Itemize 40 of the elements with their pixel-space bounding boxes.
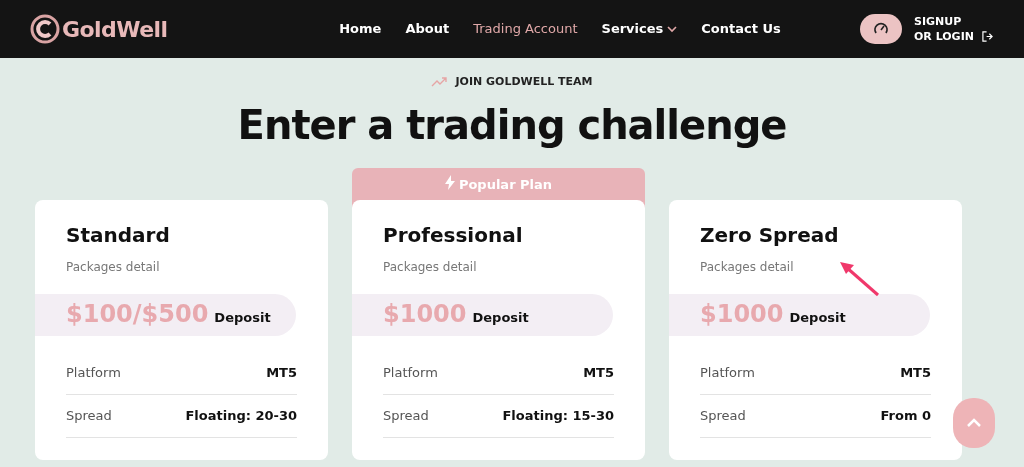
row-label: Platform [700, 363, 755, 382]
plan-name: Professional [383, 221, 524, 249]
row-label: Platform [66, 363, 121, 382]
nav-link[interactable]: Trading Account [473, 19, 578, 39]
speedometer-button[interactable] [860, 14, 902, 44]
plan-name: Standard [66, 221, 171, 249]
row-value: Floating: 20-30 [185, 406, 297, 425]
price: $1000 [383, 299, 467, 328]
row-value: MT5 [900, 363, 931, 382]
nav-link[interactable]: Home [339, 19, 382, 39]
row-label: Spread [66, 406, 112, 425]
row-value: MT5 [583, 363, 614, 382]
price: $1000 [700, 299, 784, 328]
logo-text: GoldWell [62, 15, 168, 44]
logo-icon [30, 14, 60, 44]
plan-subtitle: Packages detail [383, 258, 478, 276]
page-title: Enter a trading challenge [236, 100, 788, 150]
row-label: Spread [383, 406, 429, 425]
nav-link[interactable]: Contact Us [701, 19, 781, 39]
nav-link[interactable]: About [405, 19, 450, 39]
nav-link[interactable]: Services [601, 19, 678, 39]
eyebrow-text: JOIN GOLDWELL TEAM [455, 74, 593, 90]
chevron-up-icon [966, 418, 982, 428]
row-label: Platform [383, 363, 438, 382]
signup-link[interactable]: SIGNUP OR LOGIN [914, 14, 993, 44]
pointer-arrow-icon [838, 261, 880, 297]
row-label: Spread [700, 406, 746, 425]
row-value: Floating: 15-30 [502, 406, 614, 425]
row-value: MT5 [266, 363, 297, 382]
price: $100/$500 [66, 299, 209, 328]
price-label: Deposit [789, 309, 846, 327]
price-label: Deposit [214, 309, 271, 327]
plan-name: Zero Spread [700, 221, 840, 249]
trend-icon [431, 77, 448, 88]
row-value: From 0 [880, 406, 931, 425]
lightning-icon [444, 174, 455, 190]
price-label: Deposit [472, 309, 529, 327]
logout-icon [981, 31, 993, 42]
plan-subtitle: Packages detail [700, 258, 795, 276]
plan-subtitle: Packages detail [66, 258, 161, 276]
